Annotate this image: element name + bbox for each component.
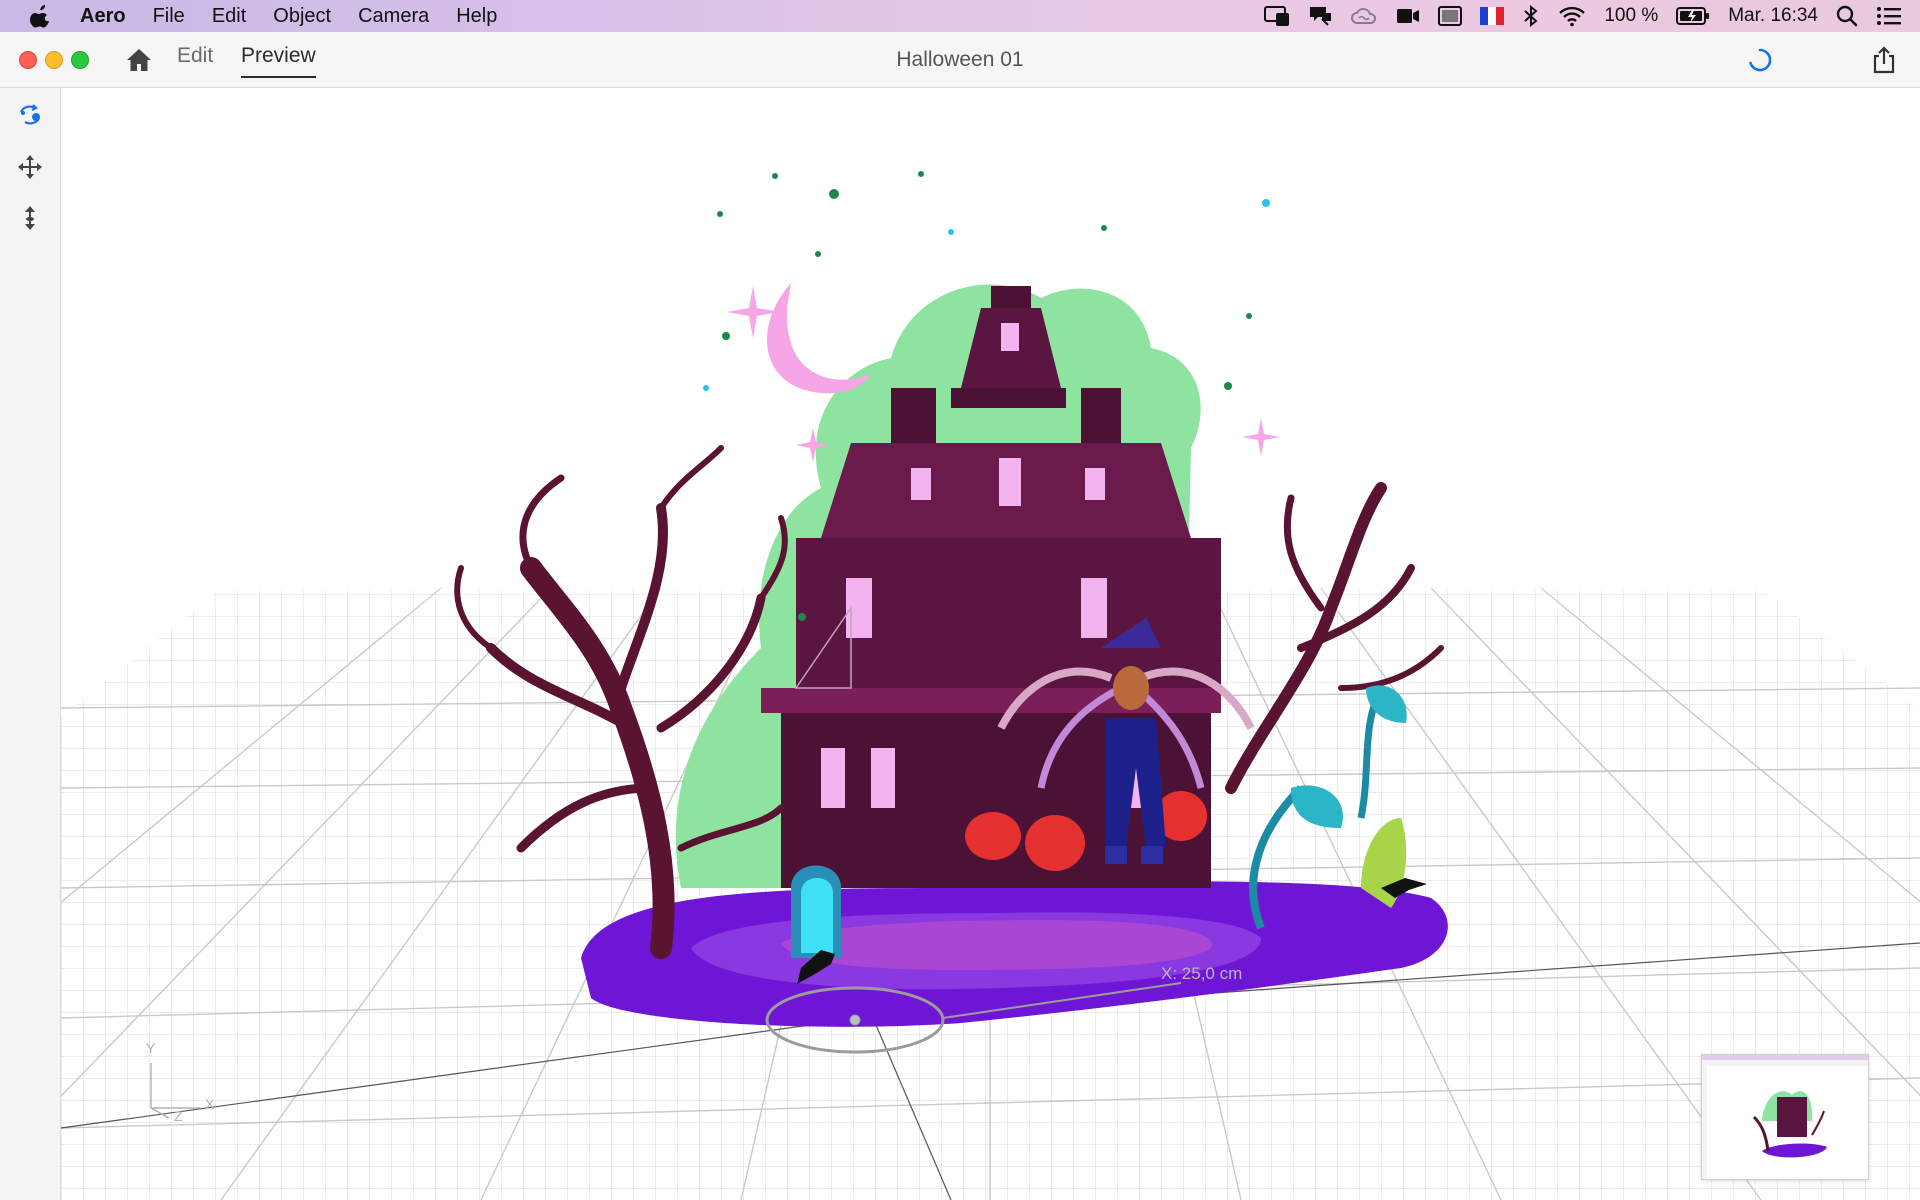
vertical-move-icon[interactable] <box>17 205 43 231</box>
window-icon[interactable] <box>1438 6 1463 26</box>
menu-app-aero[interactable]: Aero <box>80 5 126 28</box>
axis-y-label: Y <box>146 1040 156 1056</box>
menu-bar: Aero File Edit Object Camera Help 100 % <box>0 0 1920 32</box>
bluetooth-icon[interactable] <box>1522 5 1540 27</box>
loading-spinner-icon <box>1749 48 1772 72</box>
wifi-icon[interactable] <box>1558 5 1586 27</box>
notification-center-icon[interactable] <box>1876 6 1902 26</box>
menu-file[interactable]: File <box>153 5 185 28</box>
window-title-bar: Edit Preview Halloween 01 <box>0 32 1920 88</box>
tab-edit[interactable]: Edit <box>177 44 213 76</box>
axis-z-label: Z <box>174 1108 183 1124</box>
3d-viewport[interactable]: X: 25,0 cm Y X Z <box>61 88 1920 1200</box>
menu-edit[interactable]: Edit <box>212 5 246 28</box>
tombstone <box>791 865 841 958</box>
measurement-label: X: 25,0 cm <box>1161 964 1243 983</box>
display-icon[interactable] <box>1264 5 1290 27</box>
axis-x-label: X <box>205 1096 215 1112</box>
window-close-button[interactable] <box>19 51 37 69</box>
battery-icon[interactable] <box>1676 6 1710 26</box>
home-icon[interactable] <box>126 48 152 72</box>
preview-thumbnail[interactable] <box>1701 1054 1869 1180</box>
menubar-clock[interactable]: Mar. 16:34 <box>1728 5 1818 27</box>
share-icon[interactable] <box>1872 46 1896 74</box>
orbit-icon[interactable] <box>17 102 43 128</box>
creative-cloud-sync-icon[interactable] <box>1308 5 1332 27</box>
menu-camera[interactable]: Camera <box>358 5 429 28</box>
status-menus: 100 % Mar. 16:34 <box>1264 0 1920 32</box>
battery-percentage: 100 % <box>1604 5 1659 26</box>
menu-help[interactable]: Help <box>456 5 497 28</box>
window-minimize-button[interactable] <box>45 51 63 69</box>
window-zoom-button[interactable] <box>71 51 89 69</box>
move-icon[interactable] <box>17 154 43 180</box>
facetime-camera-icon[interactable] <box>1396 6 1420 26</box>
tab-preview[interactable]: Preview <box>241 44 316 78</box>
apple-icon[interactable] <box>30 4 52 28</box>
creative-cloud-icon[interactable] <box>1350 6 1378 26</box>
flag-france-icon[interactable] <box>1480 7 1505 25</box>
tool-panel <box>0 88 61 1200</box>
spotlight-search-icon[interactable] <box>1836 5 1858 27</box>
menu-object[interactable]: Object <box>273 5 331 28</box>
